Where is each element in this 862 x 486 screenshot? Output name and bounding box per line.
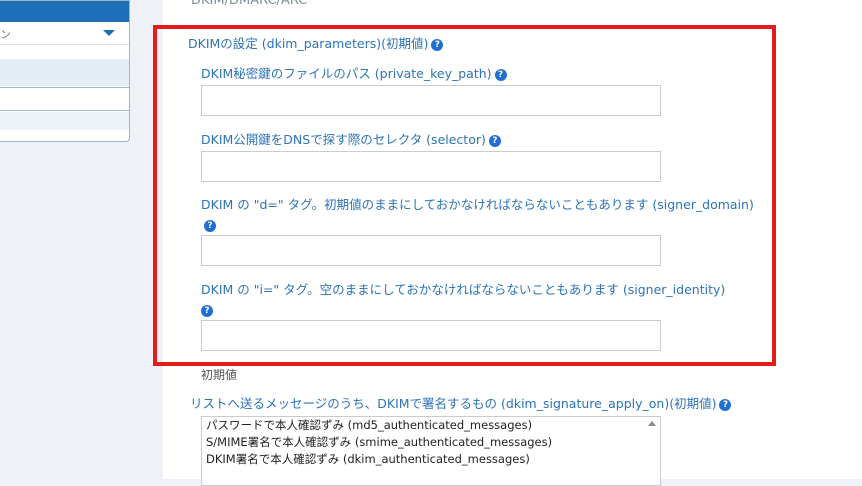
sidebar-item[interactable] xyxy=(0,59,129,86)
sidebar-select-text: ン xyxy=(0,28,11,41)
signature-apply-label: リストへ送るメッセージのうち、DKIMで署名するもの (dkim_signatu… xyxy=(190,396,732,412)
sidebar-item[interactable] xyxy=(0,112,129,130)
help-icon[interactable]: ? xyxy=(719,398,732,411)
list-item[interactable]: パスワードで本人確認ずみ (md5_authenticated_messages… xyxy=(202,417,660,434)
sidebar-active-item[interactable] xyxy=(0,1,129,22)
section-heading: DKIM/DMARC/ARC xyxy=(191,0,308,8)
default-value-note: 初期値 xyxy=(201,368,238,382)
sidebar-item[interactable] xyxy=(0,87,129,111)
sidebar-panel: ン xyxy=(0,0,130,142)
list-item[interactable]: S/MIME署名で本人確認ずみ (smime_authenticated_mes… xyxy=(202,434,660,451)
scroll-up-icon[interactable] xyxy=(648,421,656,426)
chevron-down-icon xyxy=(103,30,115,36)
highlight-frame xyxy=(153,25,776,366)
list-item[interactable]: DKIM署名で本人確認ずみ (dkim_authenticated_messag… xyxy=(202,451,660,468)
sidebar-select[interactable]: ン xyxy=(0,22,129,45)
signature-apply-label-text: リストへ送るメッセージのうち、DKIMで署名するもの (dkim_signatu… xyxy=(190,396,717,411)
signature-apply-listbox[interactable]: パスワードで本人確認ずみ (md5_authenticated_messages… xyxy=(201,416,661,486)
